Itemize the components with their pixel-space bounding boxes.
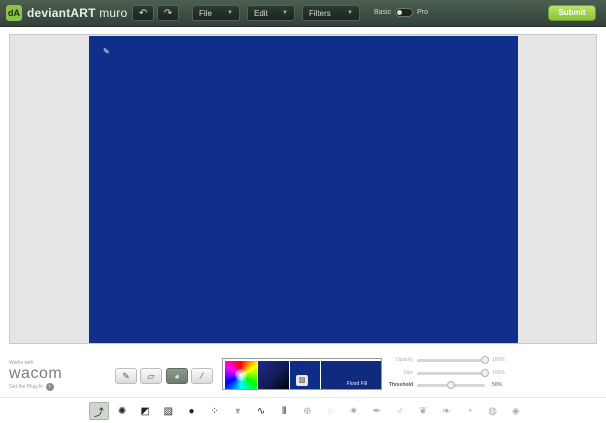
brush-button[interactable]: ⊕ bbox=[297, 402, 317, 420]
brush-button[interactable]: ▧ bbox=[159, 402, 179, 420]
brush-button[interactable]: ✷ bbox=[344, 402, 364, 420]
eraser-icon: ▱ bbox=[147, 370, 155, 381]
filters-menu[interactable]: Filters ▼ bbox=[302, 5, 360, 21]
brush-button[interactable]: ❧ bbox=[436, 402, 456, 420]
pen-nib-icon: ✒ bbox=[372, 405, 381, 417]
brush-button[interactable]: ◍ bbox=[483, 402, 503, 420]
brush-button[interactable]: ✺ bbox=[112, 402, 132, 420]
basic-brush-icon: ⤴ bbox=[93, 407, 104, 419]
leaf-icon: ❧ bbox=[442, 405, 451, 417]
paint-bucket-icon: ◕ bbox=[174, 371, 180, 381]
top-toolbar: dA deviantART muro ↶ ↷ File ▼ Edit ▼ Filte… bbox=[0, 0, 606, 27]
sphere-icon: ◍ bbox=[488, 405, 497, 417]
mode-switch: Basic Pro bbox=[374, 8, 428, 17]
undo-icon: ↶ bbox=[138, 7, 148, 19]
squiggle-brush-icon: ∿ bbox=[256, 405, 266, 417]
slider-thumb[interactable] bbox=[481, 368, 489, 377]
grid-circle-icon: ⊕ bbox=[303, 405, 312, 417]
comb-brush-icon: ♆ bbox=[234, 405, 242, 417]
slider-opacity: Opacity 100% bbox=[387, 355, 505, 364]
color-picker: ▨ Flood Fill bbox=[222, 358, 382, 390]
slider-track[interactable] bbox=[417, 380, 485, 389]
app-logo: dA deviantART muro bbox=[6, 5, 127, 21]
brush-palette: ⤴ ✺ ◩ ▧ ● ⁘ ♆ ∿ ⦀ ⊕ ◌ ✷ ✒ ♂ ❦ ❧ ◔ ◍ ◈ bbox=[89, 401, 529, 421]
feather-icon: ❦ bbox=[418, 405, 428, 417]
brush-button[interactable]: ◌ bbox=[321, 402, 341, 420]
chevron-down-icon: ▼ bbox=[227, 10, 233, 16]
starburst-icon: ✷ bbox=[349, 405, 358, 417]
wacom-logo: wacom bbox=[9, 365, 63, 382]
eyedropper-icon: ⁄ bbox=[201, 371, 203, 381]
brush-button[interactable]: ♂ bbox=[390, 402, 410, 420]
brush-button[interactable]: ♆ bbox=[228, 402, 248, 420]
lines-brush-icon: ⦀ bbox=[281, 405, 287, 417]
submit-button[interactable]: Submit bbox=[548, 5, 596, 21]
slider-value: 100% bbox=[492, 370, 505, 376]
figure-icon: ♂ bbox=[396, 405, 404, 417]
mode-toggle[interactable] bbox=[395, 8, 414, 17]
pattern-icon: ▨ bbox=[296, 375, 308, 386]
slider-value: 50% bbox=[492, 382, 503, 388]
brush-button[interactable]: ∿ bbox=[251, 402, 271, 420]
slider-label: Opacity bbox=[396, 357, 413, 363]
hatch-brush-icon: ▧ bbox=[163, 405, 174, 417]
chevron-down-icon: ▼ bbox=[282, 10, 288, 16]
brush-button[interactable]: ❦ bbox=[413, 402, 433, 420]
cube-icon: ◈ bbox=[511, 405, 520, 417]
eyedropper-tool-button[interactable]: ⁄ bbox=[191, 368, 213, 384]
brush-button[interactable]: ◔ bbox=[460, 402, 480, 420]
splatter-icon: ⁘ bbox=[210, 405, 219, 417]
brush-button[interactable]: ● bbox=[182, 402, 202, 420]
drop-icon: ◔ bbox=[466, 405, 473, 417]
slider-track[interactable] bbox=[417, 368, 489, 377]
slider-thumb[interactable] bbox=[447, 380, 455, 389]
slider-thumb[interactable] bbox=[481, 355, 489, 364]
brush-tool-button[interactable]: ✎ bbox=[115, 368, 137, 384]
redo-button[interactable]: ↷ bbox=[157, 5, 179, 21]
panel-divider bbox=[0, 397, 606, 398]
shade-square[interactable] bbox=[258, 361, 289, 389]
slider-label: Threshold bbox=[388, 382, 413, 388]
current-color-swatch[interactable]: ▨ bbox=[290, 361, 320, 389]
arrow-right-icon: › bbox=[45, 383, 54, 391]
app-title: deviantART muro bbox=[27, 6, 128, 20]
brush-button[interactable]: ⤴ bbox=[89, 402, 109, 420]
file-menu[interactable]: File ▼ bbox=[192, 5, 240, 21]
deviantart-logo-icon: dA bbox=[6, 5, 22, 21]
flood-fill-preview: Flood Fill bbox=[321, 361, 381, 389]
ink-blot-icon: ● bbox=[188, 405, 195, 417]
mode-basic-label: Basic bbox=[374, 9, 392, 16]
fill-tool-button[interactable]: ◕ bbox=[166, 368, 188, 384]
slider-size: Size 100% bbox=[387, 368, 505, 377]
slider-label: Size bbox=[403, 370, 413, 376]
brush-button[interactable]: ✒ bbox=[367, 402, 387, 420]
get-plugin-link[interactable]: Get the Plug-In › bbox=[9, 383, 62, 391]
brush-button[interactable]: ◈ bbox=[506, 402, 526, 420]
edit-menu[interactable]: Edit ▼ bbox=[247, 5, 295, 21]
wacom-promo: Works with wacom Get the Plug-In › bbox=[9, 360, 63, 391]
cursor-icon: ✎ bbox=[103, 47, 110, 56]
eraser-tool-button[interactable]: ▱ bbox=[140, 368, 162, 384]
brush-button[interactable]: ⦀ bbox=[274, 402, 294, 420]
slider-threshold: Threshold 50% bbox=[387, 380, 503, 389]
dotted-circle-icon: ◌ bbox=[327, 405, 334, 417]
soft-dot-icon: ✺ bbox=[117, 405, 127, 417]
checker-brush-icon: ◩ bbox=[140, 405, 150, 417]
color-wheel[interactable] bbox=[225, 361, 257, 389]
slider-value: 100% bbox=[492, 357, 505, 363]
slider-track[interactable] bbox=[417, 355, 489, 364]
chevron-down-icon: ▼ bbox=[347, 10, 353, 16]
paint-brush-icon: ✎ bbox=[122, 370, 130, 381]
mode-pro-label: Pro bbox=[417, 9, 429, 16]
brush-button[interactable]: ◩ bbox=[135, 402, 155, 420]
brush-button[interactable]: ⁘ bbox=[205, 402, 225, 420]
undo-button[interactable]: ↶ bbox=[132, 5, 154, 21]
canvas-workspace: ✎ bbox=[9, 34, 597, 344]
redo-icon: ↷ bbox=[163, 7, 173, 19]
drawing-canvas[interactable]: ✎ bbox=[89, 36, 518, 343]
